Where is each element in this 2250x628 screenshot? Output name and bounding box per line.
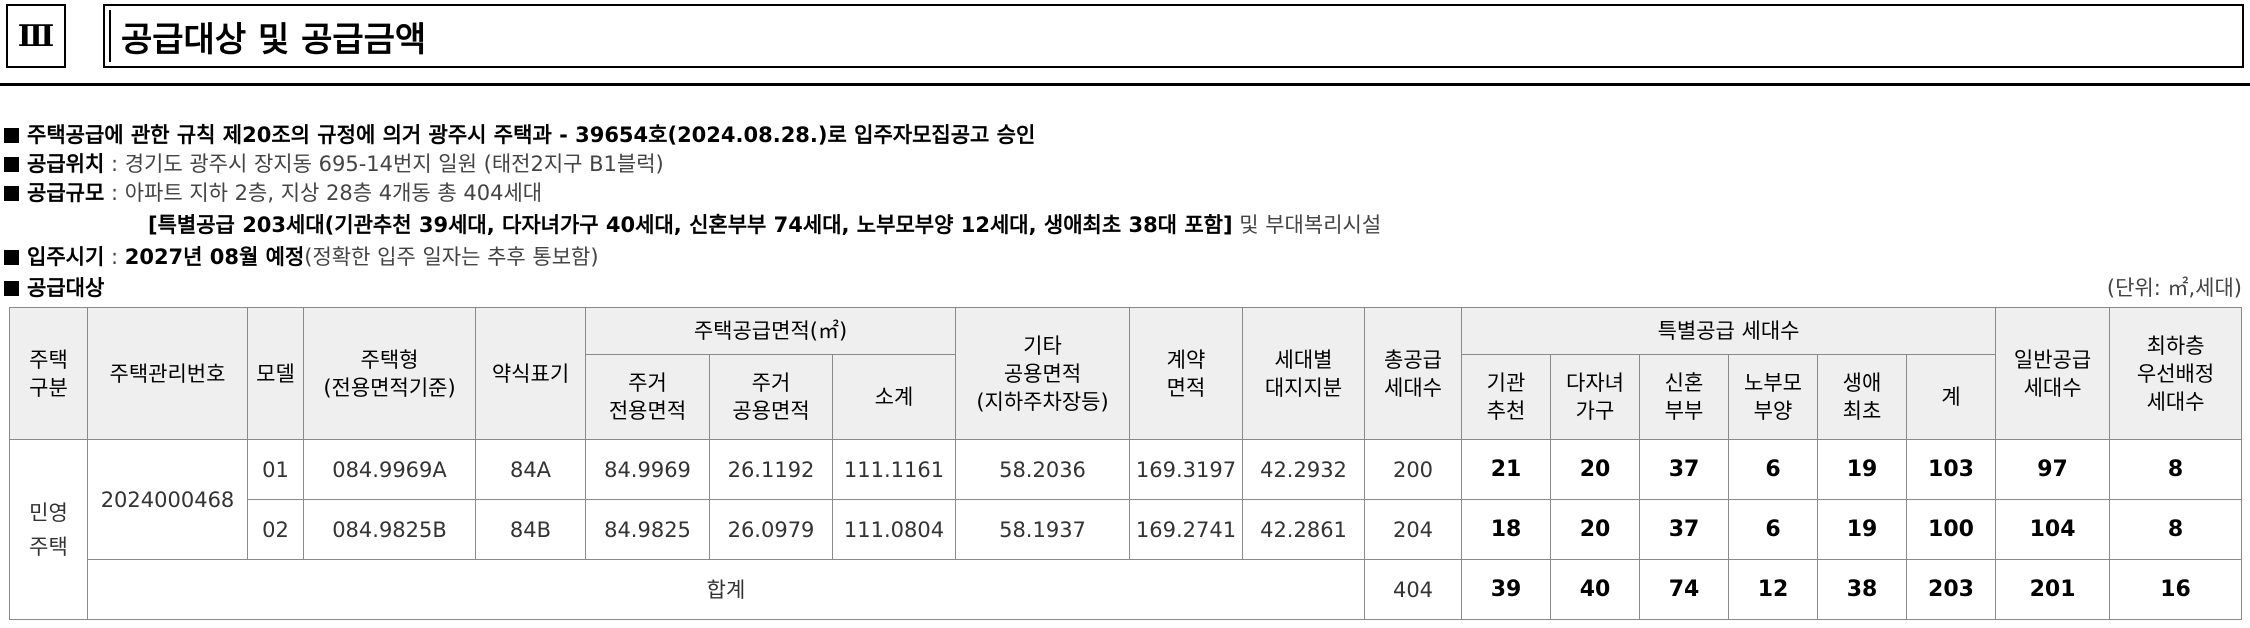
movein-label: 입주시기 xyxy=(27,245,105,269)
header-first-home: 생애 최초 xyxy=(1817,354,1907,440)
scale-line: 공급규모 : 아파트 지하 2층, 지상 28층 4개동 총 404세대 xyxy=(0,178,542,208)
movein-line: 입주시기 : 2027년 08월 예정(정확한 입주 일자는 추후 통보함) xyxy=(0,242,599,272)
header-exclusive-area: 주거 전용면적 xyxy=(585,354,710,440)
section-title: 공급대상 및 공급금액 xyxy=(103,4,2244,68)
header-model: 모델 xyxy=(247,307,304,440)
movein-note: (정확한 입주 일자는 추후 통보함) xyxy=(304,245,599,269)
header-lowest-floor: 최하층 우선배정 세대수 xyxy=(2109,307,2243,440)
header-divider xyxy=(0,83,2250,86)
table-row: 민영 주택 2024000468 01 084.9969A 84A 84.996… xyxy=(9,439,2243,620)
scale-value: : 아파트 지하 2층, 지상 28층 4개동 총 404세대 xyxy=(104,181,543,205)
scale-detail-bold: [특별공급 203세대(기관추천 39세대, 다자녀가구 40세대, 신혼부부 … xyxy=(148,213,1233,237)
header-general-supply: 일반공급 세대수 xyxy=(1995,307,2111,440)
approval-text: 주택공급에 관한 규칙 제20조의 규정에 의거 광주시 주택과 - 39654… xyxy=(27,123,1036,147)
scale-detail-line: [특별공급 203세대(기관추천 39세대, 다자녀가구 40세대, 신혼부부 … xyxy=(148,210,1381,240)
header-supply-area: 주택공급면적(㎡) xyxy=(585,307,956,355)
location-line: 공급위치 : 경기도 광주시 장지동 695-14번지 일원 (태전2지구 B1… xyxy=(0,149,664,179)
header-contract-area: 계약 면적 xyxy=(1129,307,1243,440)
location-label: 공급위치 xyxy=(27,152,105,176)
unit-note: (단위: ㎡,세대) xyxy=(2106,276,2242,300)
header-total-supply: 총공급 세대수 xyxy=(1364,307,1462,440)
header-newlywed: 신혼 부부 xyxy=(1639,354,1729,440)
approval-line: 주택공급에 관한 규칙 제20조의 규정에 의거 광주시 주택과 - 39654… xyxy=(0,120,1035,150)
header-house-type: 주택형 (전용면적기준) xyxy=(303,307,476,440)
header-special-sum: 계 xyxy=(1905,354,1997,440)
supply-table: 주택 구분 주택관리번호 모델 주택형 (전용면적기준) 약식표기 주택공급면적… xyxy=(9,307,2243,620)
movein-date: 2027년 08월 예정 xyxy=(124,245,305,269)
header-abbreviation: 약식표기 xyxy=(475,307,586,440)
header-house-division: 주택 구분 xyxy=(9,307,88,440)
square-bullet-icon xyxy=(4,250,19,265)
header-mgmt-number: 주택관리번호 xyxy=(87,307,248,440)
section-header: Ⅲ 공급대상 및 공급금액 xyxy=(0,0,2250,88)
header-subtotal: 소계 xyxy=(832,354,956,440)
total-label: 합계 xyxy=(87,559,1365,620)
header-multi-child: 다자녀 가구 xyxy=(1550,354,1640,440)
mgmt-number-cell: 2024000468 xyxy=(87,439,248,560)
header-land-share: 세대별 대지지분 xyxy=(1242,307,1365,440)
square-bullet-icon xyxy=(4,157,19,172)
target-label: 공급대상 xyxy=(27,276,105,300)
header-other-common-area: 기타 공용면적 (지하주차장등) xyxy=(955,307,1130,440)
target-line: 공급대상 xyxy=(0,273,104,303)
square-bullet-icon xyxy=(4,281,19,296)
square-bullet-icon xyxy=(4,128,19,143)
header-common-area: 주거 공용면적 xyxy=(709,354,833,440)
scale-label: 공급규모 xyxy=(27,181,105,205)
square-bullet-icon xyxy=(4,186,19,201)
scale-detail-rest: 및 부대복리시설 xyxy=(1232,213,1382,237)
total-row: 합계 404 39 40 74 12 38 203 201 16 xyxy=(10,559,2243,620)
location-value: : 경기도 광주시 장지동 695-14번지 일원 (태전2지구 B1블럭) xyxy=(104,152,664,176)
header-special-supply: 특별공급 세대수 xyxy=(1460,307,1997,355)
section-number: Ⅲ xyxy=(6,4,66,68)
table-row: 02 084.9825B 84B 84.9825 26.0979 111.080… xyxy=(10,499,2243,560)
house-division-cell: 민영 주택 xyxy=(9,439,88,620)
header-parents: 노부모 부양 xyxy=(1728,354,1818,440)
header-institution: 기관 추천 xyxy=(1461,354,1551,440)
